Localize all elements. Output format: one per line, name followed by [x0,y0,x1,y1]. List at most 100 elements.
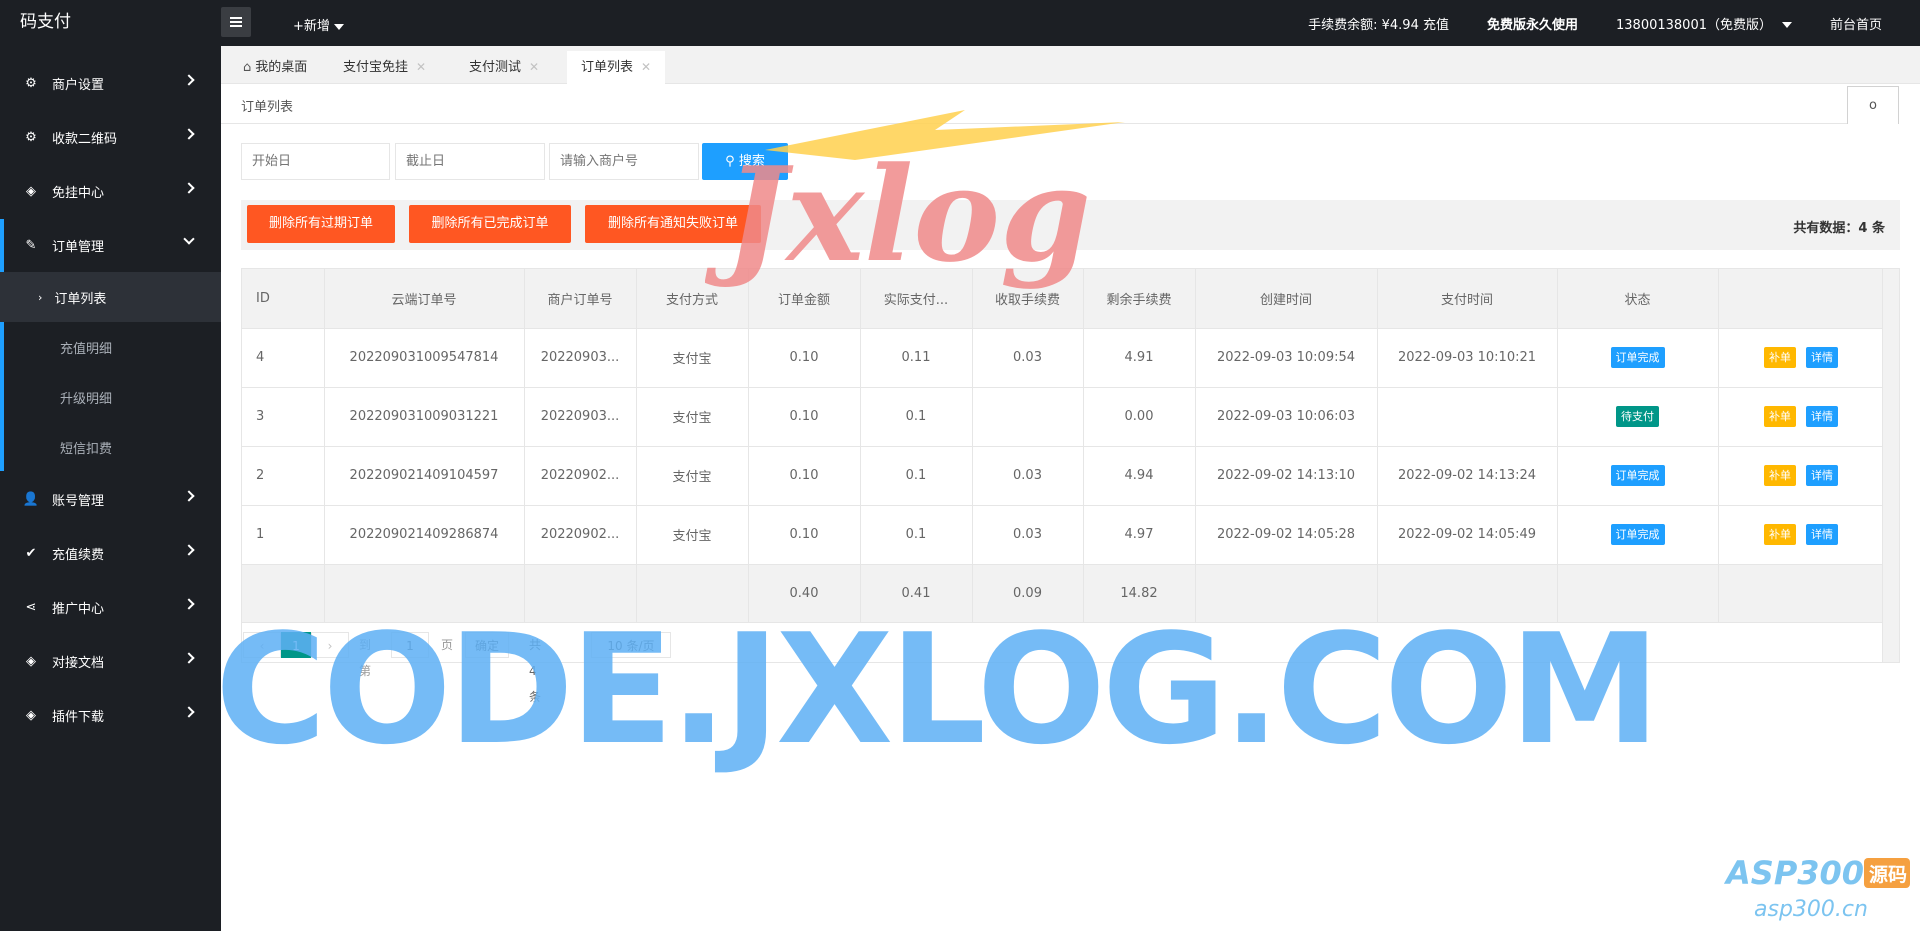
sidebar-item-api-docs[interactable]: ◈ 对接文档 [0,634,221,688]
col-header[interactable]: ID [242,269,325,329]
sidebar-item-order-management[interactable]: ✎ 订单管理 [0,218,221,272]
col-header[interactable]: 创建时间 [1195,269,1378,329]
col-header[interactable]: 状态 [1557,269,1719,329]
tab-label: 我的桌面 [255,60,308,75]
tab-bar: ⌂ 我的桌面 支付宝免挂 ✕ 支付测试 ✕ 订单列表 ✕ [221,46,1920,84]
start-date-input[interactable]: 开始日 [241,143,390,180]
front-home-link[interactable]: 前台首页 [1830,14,1882,33]
cell-operations: 补单 详情 [1718,328,1885,388]
reorder-button[interactable]: 补单 [1764,465,1796,486]
user-menu[interactable]: 13800138001（免费版） [1616,14,1792,33]
chevron-down-icon [183,233,195,245]
cube-icon: ◈ [26,653,36,669]
cell-status: 订单完成 [1557,328,1719,388]
delete-expired-button[interactable]: 删除所有过期订单 [247,205,395,243]
sidebar-sub-item-order-list[interactable]: › 订单列表 [0,272,221,322]
sidebar-item-label: 对接文档 [52,655,105,671]
sidebar-item-qrcode[interactable]: ⚙ 收款二维码 [0,110,221,164]
detail-button[interactable]: 详情 [1806,347,1838,368]
detail-button[interactable]: 详情 [1806,465,1838,486]
top-bar: 码支付 +新增 手续费余额: ¥4.94 充值 免费版永久使用 13800138… [0,0,1920,46]
sidebar-item-merchant-settings[interactable]: ⚙ 商户设置 [0,56,221,110]
cell-fee [972,387,1084,447]
sidebar-sub-item-upgrade-detail[interactable]: 升级明细 [0,372,221,422]
cell-fee: 0.03 [972,446,1084,506]
total-count: 共有数据：4 条 [1793,221,1885,236]
detail-button[interactable]: 详情 [1806,524,1838,545]
refresh-button[interactable]: ο [1847,86,1899,124]
sub-item-label: 升级明细 [60,391,113,407]
tab-alipay-free[interactable]: 支付宝免挂 ✕ [329,51,440,84]
cell-cloud-no: 202209031009031221 [324,387,525,447]
sub-item-label: 订单列表 [54,291,107,307]
fee-balance[interactable]: 手续费余额: ¥4.94 充值 [1308,14,1449,33]
sum-empty-cell [1718,564,1885,623]
check-icon: ✔ [25,545,37,561]
sidebar: ⚙ 商户设置 ⚙ 收款二维码 ◈ 免挂中心 ✎ 订单管理 › 订单列表 充值明细… [0,46,221,931]
tab-my-desktop[interactable]: ⌂ 我的桌面 [229,51,321,84]
sidebar-item-account[interactable]: 👤 账号管理 [0,472,221,526]
caret-down-icon [333,23,344,30]
sidebar-sub-item-recharge-detail[interactable]: 充值明细 [0,322,221,372]
cell-paid [1377,387,1558,447]
cell-pay: 支付宝 [636,387,749,447]
status-badge: 订单完成 [1610,347,1665,368]
chevron-right-icon [183,74,195,86]
sidebar-item-promotion[interactable]: ⋖ 推广中心 [0,580,221,634]
cell-amount: 0.10 [748,446,861,506]
sidebar-sub-item-sms-fee[interactable]: 短信扣费 [0,422,221,472]
cube-icon: ◈ [26,183,36,199]
status-badge: 待支付 [1616,406,1659,427]
asp300-url: asp300.cn [1754,897,1868,922]
sidebar-item-plugin-download[interactable]: ◈ 插件下载 [0,688,221,742]
sidebar-item-recharge[interactable]: ✔ 充值续费 [0,526,221,580]
cell-remain: 4.94 [1083,446,1196,506]
asp300-text: ASP300 [1724,854,1864,892]
cell-id: 2 [242,446,325,506]
delete-completed-button[interactable]: 删除所有已完成订单 [409,205,571,243]
sidebar-item-label: 免挂中心 [52,185,105,201]
cell-created: 2022-09-02 14:13:10 [1195,446,1378,506]
cell-actual: 0.1 [860,387,973,447]
reorder-button[interactable]: 补单 [1764,347,1796,368]
end-date-input[interactable]: 截止日 [395,143,545,180]
detail-button[interactable]: 详情 [1806,406,1838,427]
chevron-right-icon [183,128,195,140]
new-menu-button[interactable]: +新增 [293,15,344,34]
cell-pay: 支付宝 [636,505,749,565]
cube-icon: ◈ [26,707,36,723]
close-icon[interactable]: ✕ [529,60,539,74]
menu-toggle-button[interactable] [221,7,251,37]
cell-merchant-no: 20220903... [524,387,637,447]
new-menu-label: +新增 [293,19,330,34]
cell-operations: 补单 详情 [1718,505,1885,565]
col-header[interactable]: 商户订单号 [524,269,637,329]
cell-merchant-no: 20220903... [524,328,637,388]
col-header[interactable]: 云端订单号 [324,269,525,329]
reorder-button[interactable]: 补单 [1764,406,1796,427]
chevron-right-icon [183,490,195,502]
sidebar-item-free-hang[interactable]: ◈ 免挂中心 [0,164,221,218]
edition-label: 免费版永久使用 [1486,17,1578,33]
table-scrollbar[interactable] [1882,269,1899,662]
cell-amount: 0.10 [748,505,861,565]
status-badge: 订单完成 [1610,465,1665,486]
close-icon[interactable]: ✕ [641,60,651,74]
sub-item-label: 短信扣费 [60,441,113,457]
tab-order-list[interactable]: 订单列表 ✕ [567,51,666,84]
caret-down-icon [1781,22,1792,28]
cell-fee: 0.03 [972,328,1084,388]
close-icon[interactable]: ✕ [416,60,426,74]
sidebar-item-label: 收款二维码 [52,131,118,147]
col-header[interactable]: 支付时间 [1377,269,1558,329]
merchant-no-input[interactable]: 请输入商户号 [549,143,699,180]
cell-status: 订单完成 [1557,505,1719,565]
cell-remain: 0.00 [1083,387,1196,447]
tab-pay-test[interactable]: 支付测试 ✕ [455,51,553,84]
cell-paid: 2022-09-03 10:10:21 [1377,328,1558,388]
cell-remain: 4.97 [1083,505,1196,565]
cell-cloud-no: 202209021409286874 [324,505,525,565]
table-row: 2 202209021409104597 20220902... 支付宝 0.10 0.1… [242,446,1885,506]
gear-icon: ⚙ [25,129,37,145]
reorder-button[interactable]: 补单 [1764,524,1796,545]
